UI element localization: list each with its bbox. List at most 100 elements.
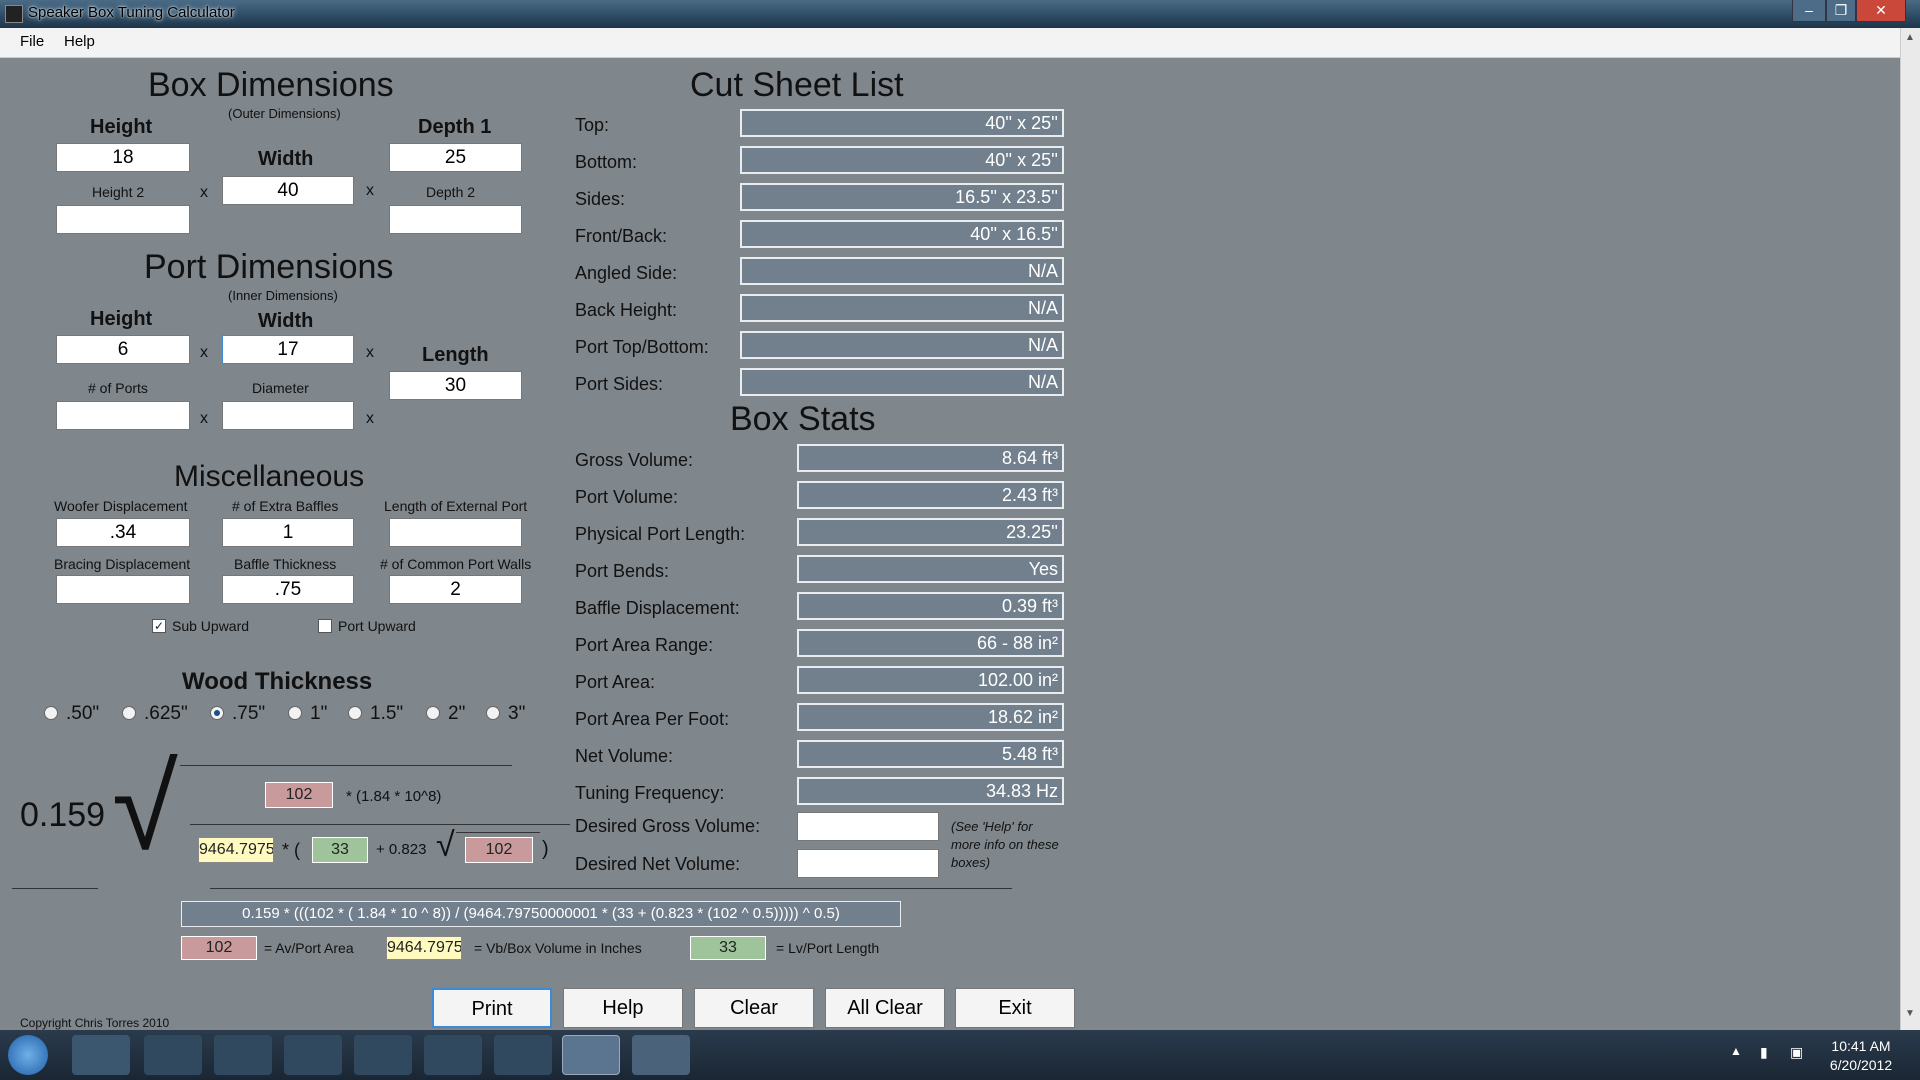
box-height2-label: Height 2 <box>92 184 145 200</box>
chrome-icon[interactable] <box>72 1035 130 1075</box>
box-stat-label: Port Area Range: <box>575 635 714 655</box>
legend-lv-label: = Lv/Port Length <box>776 940 880 956</box>
box-stat-label: Net Volume: <box>575 746 674 766</box>
box-depth2-label: Depth 2 <box>426 184 476 200</box>
wood-thickness-radio[interactable] <box>210 706 224 720</box>
x-sign: x <box>366 344 374 361</box>
exit-button[interactable]: Exit <box>955 988 1075 1028</box>
av-port-area-box[interactable]: 102 <box>265 782 333 808</box>
box-depth1-input[interactable]: 25 <box>389 143 522 172</box>
box-height2-input[interactable] <box>56 205 190 234</box>
power-icon[interactable]: ▣ <box>1790 1044 1803 1061</box>
vertical-scrollbar[interactable]: ▲ ▼ <box>1900 28 1920 1030</box>
vb-box-volume-box[interactable]: 9464.7975 <box>198 837 274 863</box>
tray-arrow-icon[interactable]: ▲ <box>1730 1044 1742 1058</box>
menu-file[interactable]: File <box>20 33 44 50</box>
clock-time[interactable]: 10:41 AM <box>1826 1038 1896 1054</box>
scroll-down-icon[interactable]: ▼ <box>1905 1008 1915 1019</box>
skype-icon[interactable] <box>284 1035 342 1075</box>
sub-upward-label: Sub Upward <box>172 618 250 634</box>
tools-app-icon[interactable] <box>632 1035 690 1075</box>
box-stat-value: 23.25'' <box>797 518 1064 546</box>
app-icon <box>5 5 23 23</box>
wood-thickness-radio[interactable] <box>348 706 362 720</box>
cut-sheet-value: N/A <box>740 257 1064 285</box>
scroll-up-icon[interactable]: ▲ <box>1905 32 1915 43</box>
small-sqrt-line <box>456 832 540 833</box>
speaker-calculator-taskbar-icon[interactable] <box>562 1035 620 1075</box>
woofer-displacement-input[interactable]: .34 <box>56 518 190 547</box>
port-height-label: Height <box>90 308 153 330</box>
wood-thickness-radio[interactable] <box>122 706 136 720</box>
bracing-displacement-input[interactable] <box>56 575 190 604</box>
wood-thickness-radio[interactable] <box>486 706 500 720</box>
wood-thickness-radio[interactable] <box>288 706 302 720</box>
network-icon[interactable]: ▮ <box>1760 1044 1768 1061</box>
port-length-input[interactable]: 30 <box>389 371 522 400</box>
box-stat-value: 2.43 ft³ <box>797 481 1064 509</box>
extra-baffles-input[interactable]: 1 <box>222 518 354 547</box>
baffle-thickness-label: Baffle Thickness <box>234 556 337 572</box>
formula-base-line-right <box>210 888 1012 889</box>
window-title: Speaker Box Tuning Calculator <box>28 4 235 21</box>
desired-gross-input[interactable] <box>797 812 939 841</box>
port-width-label: Width <box>258 310 314 332</box>
box-stat-value: 8.64 ft³ <box>797 444 1064 472</box>
extra-baffles-label: # of Extra Baffles <box>232 498 339 514</box>
wood-thickness-radio[interactable] <box>44 706 58 720</box>
num-ports-input[interactable] <box>56 401 190 430</box>
wood-thickness-radio[interactable] <box>426 706 440 720</box>
folder-icon[interactable] <box>424 1035 482 1075</box>
external-port-input[interactable] <box>389 518 522 547</box>
av-port-area-box-2[interactable]: 102 <box>465 837 533 863</box>
wood-thickness-option-label: 1" <box>310 703 328 724</box>
box-dimensions-title: Box Dimensions <box>148 66 394 104</box>
box-width-input[interactable]: 40 <box>222 176 354 205</box>
diameter-input[interactable] <box>222 401 354 430</box>
box-stat-label: Baffle Displacement: <box>575 598 740 618</box>
window-titlebar[interactable]: Speaker Box Tuning Calculator – ❐ ✕ <box>0 0 1920 28</box>
print-button[interactable]: Print <box>432 988 552 1028</box>
formula-constant: 0.159 <box>20 796 106 834</box>
baffle-thickness-input[interactable]: .75 <box>222 575 354 604</box>
box-stat-value: 66 - 88 in² <box>797 629 1064 657</box>
all-clear-button[interactable]: All Clear <box>825 988 945 1028</box>
x-sign: x <box>200 184 208 201</box>
box-depth2-input[interactable] <box>389 205 522 234</box>
common-port-walls-label: # of Common Port Walls <box>380 556 532 572</box>
cut-sheet-title: Cut Sheet List <box>690 66 904 104</box>
wood-thickness-option-label: .50" <box>66 703 100 724</box>
legend-lv-box: 33 <box>690 936 766 960</box>
common-port-walls-input[interactable]: 2 <box>389 575 522 604</box>
menu-help[interactable]: Help <box>64 33 95 50</box>
cut-sheet-label: Port Top/Bottom: <box>575 337 709 357</box>
minimize-button[interactable]: – <box>1792 0 1826 22</box>
box-stat-value: 34.83 Hz <box>797 777 1064 805</box>
formula-expression: 0.159 * (((102 * ( 1.84 * 10 ^ 8)) / (94… <box>181 901 901 927</box>
port-upward-checkbox[interactable] <box>318 619 332 633</box>
itunes-icon[interactable] <box>144 1035 202 1075</box>
help-note: (See 'Help' for more info on these boxes… <box>951 819 1059 870</box>
sub-upward-checkbox[interactable]: ✓ <box>152 619 166 633</box>
clear-button[interactable]: Clear <box>694 988 814 1028</box>
help-button[interactable]: Help <box>563 988 683 1028</box>
lv-port-length-box[interactable]: 33 <box>312 837 368 863</box>
box-dimensions-subtitle: (Outer Dimensions) <box>228 106 341 121</box>
port-width-input[interactable]: 17 <box>222 335 354 364</box>
box-depth1-label: Depth 1 <box>418 116 492 138</box>
box-height-input[interactable]: 18 <box>56 143 190 172</box>
box-height-label: Height <box>90 116 153 138</box>
media-app-icon[interactable] <box>494 1035 552 1075</box>
start-button-icon[interactable] <box>8 1035 48 1075</box>
cut-sheet-label: Front/Back: <box>575 226 668 246</box>
port-height-input[interactable]: 6 <box>56 335 190 364</box>
word-icon[interactable] <box>354 1035 412 1075</box>
desired-net-input[interactable] <box>797 849 939 878</box>
copyright-text: Copyright Chris Torres 2010 <box>20 1016 170 1030</box>
clock-date[interactable]: 6/20/2012 <box>1826 1057 1896 1073</box>
wood-thickness-option-label: 3" <box>508 703 526 724</box>
music-app-icon[interactable] <box>214 1035 272 1075</box>
maximize-button[interactable]: ❐ <box>1826 0 1856 22</box>
desired-gross-label: Desired Gross Volume: <box>575 816 761 836</box>
close-button[interactable]: ✕ <box>1856 0 1906 22</box>
